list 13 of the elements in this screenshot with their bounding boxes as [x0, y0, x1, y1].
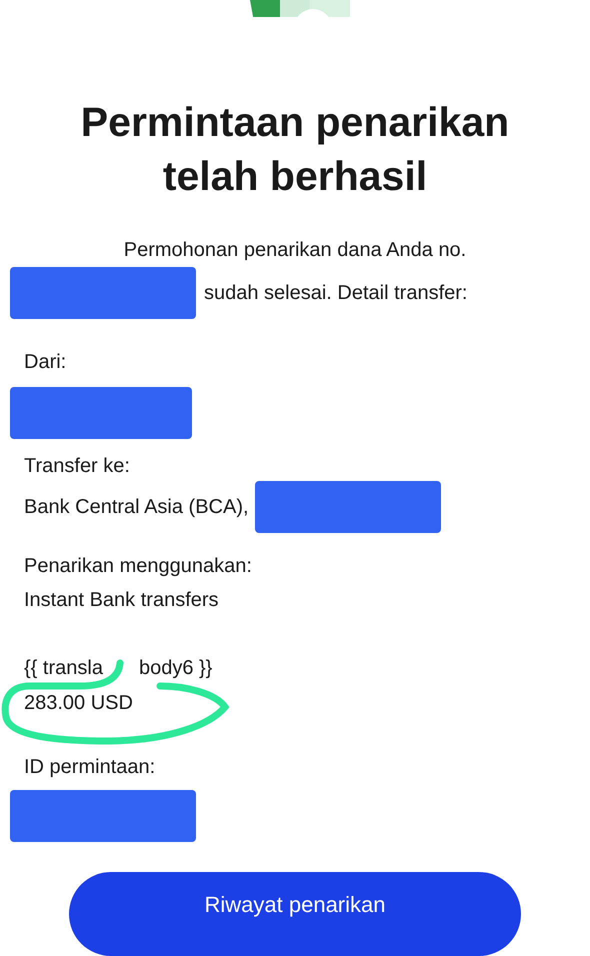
request-id-label: ID permintaan: [23, 755, 156, 780]
withdrawal-history-button[interactable]: Riwayat penarikan [69, 872, 521, 956]
bank-name: Bank Central Asia (BCA), [24, 495, 249, 520]
message-text: sudah selesai. Detail transfer: [204, 281, 468, 306]
method-value: Instant Bank transfers [23, 588, 220, 613]
message-text: Permohonan penarikan dana Anda no. [122, 238, 468, 263]
success-title: Permintaan penarikan telah berhasil [80, 98, 510, 201]
amount-value: 283.00 USD [24, 692, 134, 714]
method-label: Penarikan menggunakan: [23, 554, 253, 579]
from-label: Dari: [23, 350, 68, 375]
amount-label: body6 }} [138, 657, 212, 679]
amount-label: {{ transla [24, 657, 103, 679]
transfer-to-label: Transfer ke: [23, 454, 131, 479]
